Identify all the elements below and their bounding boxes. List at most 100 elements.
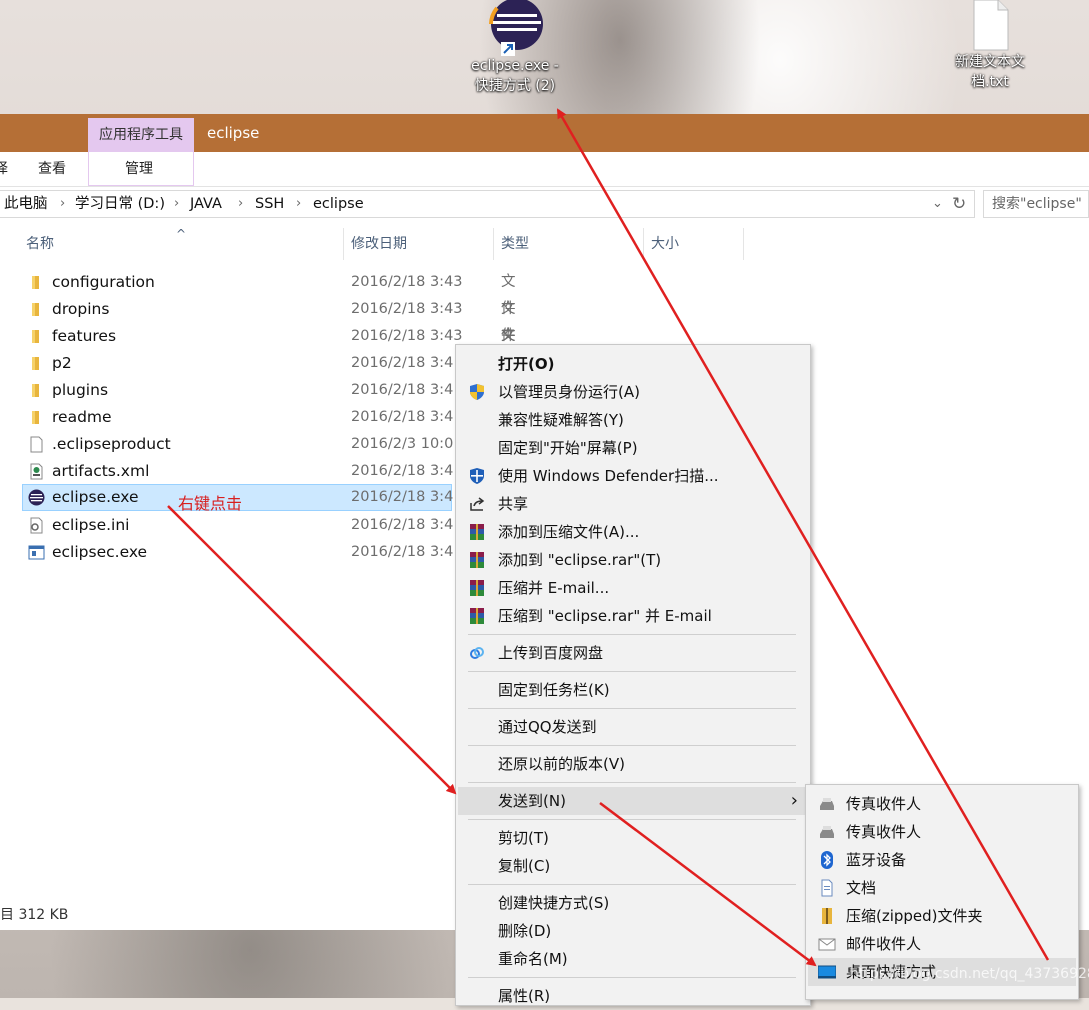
- winrar-icon: [470, 552, 484, 568]
- menu-item-delete[interactable]: 删除(D): [458, 917, 808, 945]
- eclipse-icon: [28, 489, 45, 506]
- desktop-shortcut-label-line2: 快捷方式 (2): [474, 78, 556, 94]
- menu-item-create-shortcut[interactable]: 创建快捷方式(S): [458, 889, 808, 917]
- winrar-icon: [470, 524, 484, 540]
- column-header-date[interactable]: 修改日期: [351, 228, 407, 260]
- file-row[interactable]: eclipse.ini 2016/2/18 3:4: [22, 512, 454, 539]
- folder-icon: [32, 276, 39, 289]
- tab-manage[interactable]: 管理: [125, 152, 153, 186]
- file-row[interactable]: artifacts.xml 2016/2/18 3:4: [22, 458, 453, 485]
- submenu-item-fax-2[interactable]: 传真收件人: [808, 818, 1076, 846]
- winrar-icon: [470, 608, 484, 624]
- file-date: 2016/2/18 3:4: [351, 355, 454, 371]
- fax-icon: [820, 798, 834, 810]
- menu-item-copy[interactable]: 复制(C): [458, 852, 808, 880]
- documents-icon: [821, 879, 833, 897]
- chevron-right-icon[interactable]: ›: [238, 191, 243, 217]
- column-header-size[interactable]: 大小: [651, 228, 679, 260]
- folder-icon: [32, 411, 39, 424]
- menu-item-pin-taskbar[interactable]: 固定到任务栏(K): [458, 676, 808, 704]
- share-icon: [470, 497, 485, 511]
- file-row[interactable]: eclipsec.exe 2016/2/18 3:4: [22, 539, 454, 566]
- refresh-icon[interactable]: ↻: [952, 191, 966, 217]
- file-row[interactable]: .eclipseproduct 2016/2/3 10:0: [22, 431, 453, 458]
- column-divider[interactable]: [643, 228, 644, 260]
- file-row[interactable]: p2 2016/2/18 3:4: [22, 350, 454, 377]
- uac-shield-icon: [470, 384, 484, 400]
- submenu-item-zip-folder[interactable]: 压缩(zipped)文件夹: [808, 902, 1076, 930]
- chevron-right-icon[interactable]: ›: [174, 191, 179, 217]
- file-date: 2016/2/18 3:4: [351, 544, 454, 560]
- menu-item-add-eclipse-rar[interactable]: 添加到 "eclipse.rar"(T): [458, 546, 808, 574]
- chevron-right-icon: ›: [790, 790, 798, 811]
- column-divider[interactable]: [493, 228, 494, 260]
- fax-icon: [820, 826, 834, 838]
- file-row[interactable]: configuration 2016/2/18 3:43 文件夹: [22, 269, 516, 344]
- column-header-name[interactable]: 名称: [26, 228, 54, 260]
- desktop-icon: [818, 965, 836, 979]
- submenu-item-mail-recipient[interactable]: 邮件收件人: [808, 930, 1076, 958]
- breadcrumb-drive[interactable]: 学习日常 (D:): [75, 191, 165, 217]
- menu-separator: [468, 884, 796, 885]
- bluetooth-icon: [821, 851, 833, 869]
- menu-item-compress-email[interactable]: 压缩并 E-mail...: [458, 574, 808, 602]
- menu-item-defender-scan[interactable]: 使用 Windows Defender扫描...: [458, 462, 808, 490]
- menu-item-open[interactable]: 打开(O): [458, 350, 808, 378]
- menu-item-baidu-upload[interactable]: 上传到百度网盘: [458, 639, 808, 667]
- menu-item-share[interactable]: 共享: [458, 490, 808, 518]
- tab-partial[interactable]: 译: [0, 152, 8, 186]
- chevron-right-icon[interactable]: ›: [296, 191, 301, 217]
- menu-item-run-as-admin[interactable]: 以管理员身份运行(A): [458, 378, 808, 406]
- desktop-shortcut-eclipse[interactable]: eclipse.exe - 快捷方式 (2): [465, 0, 565, 96]
- menu-item-cut[interactable]: 剪切(T): [458, 824, 808, 852]
- file-row[interactable]: dropins 2016/2/18 3:43 文件夹: [22, 296, 516, 371]
- menu-item-properties[interactable]: 属性(R): [458, 982, 808, 1010]
- menu-item-add-archive[interactable]: 添加到压缩文件(A)...: [458, 518, 808, 546]
- breadcrumb-eclipse[interactable]: eclipse: [313, 191, 364, 217]
- menu-item-compress-rar-email[interactable]: 压缩到 "eclipse.rar" 并 E-mail: [458, 602, 808, 630]
- file-row[interactable]: readme 2016/2/18 3:4: [22, 404, 453, 431]
- file-row[interactable]: features 2016/2/18 3:43 文件夹: [22, 323, 516, 398]
- breadcrumb-java[interactable]: JAVA: [190, 191, 222, 217]
- dropdown-chevron-icon[interactable]: ⌄: [932, 191, 943, 217]
- chevron-right-icon[interactable]: ›: [60, 191, 65, 217]
- menu-item-rename[interactable]: 重命名(M): [458, 945, 808, 973]
- file-name: features: [52, 327, 117, 345]
- menu-item-send-to[interactable]: 发送到(N) ›: [458, 787, 808, 815]
- context-menu: 打开(O) 以管理员身份运行(A) 兼容性疑难解答(Y) 固定到"开始"屏幕(P…: [455, 344, 811, 1006]
- tab-view[interactable]: 查看: [38, 152, 66, 186]
- menu-item-compat-troubleshoot[interactable]: 兼容性疑难解答(Y): [458, 406, 808, 434]
- menu-item-pin-start[interactable]: 固定到"开始"屏幕(P): [458, 434, 808, 462]
- menu-separator: [468, 708, 796, 709]
- submenu-item-bluetooth[interactable]: 蓝牙设备: [808, 846, 1076, 874]
- folder-icon: [32, 303, 39, 316]
- text-file-icon: [973, 0, 1009, 51]
- file-date: 2016/2/18 3:4: [351, 489, 454, 505]
- column-header-type[interactable]: 类型: [501, 228, 529, 260]
- file-name: readme: [52, 408, 112, 426]
- address-bar[interactable]: 此电脑 › 学习日常 (D:) › JAVA › SSH › eclipse ⌄…: [0, 190, 975, 218]
- menu-item-send-via-qq[interactable]: 通过QQ发送到: [458, 713, 808, 741]
- annotation-right-click: 右键点击: [178, 494, 243, 513]
- file-date: 2016/2/18 3:43: [351, 301, 463, 317]
- file-row[interactable]: plugins 2016/2/18 3:4: [22, 377, 453, 404]
- column-divider[interactable]: [743, 228, 744, 260]
- mail-icon: [818, 938, 836, 951]
- defender-icon: [470, 468, 484, 484]
- desktop-file-txt[interactable]: 新建文本文 档.txt: [940, 0, 1040, 92]
- exe-icon: [28, 545, 45, 560]
- file-date: 2016/2/18 3:43: [351, 274, 463, 290]
- desktop-file-label-line2: 档.txt: [971, 74, 1009, 90]
- menu-item-restore-versions[interactable]: 还原以前的版本(V): [458, 750, 808, 778]
- search-input[interactable]: 搜索"eclipse": [983, 190, 1089, 218]
- file-date: 2016/2/18 3:4: [351, 517, 454, 533]
- context-tab-app-tools[interactable]: 应用程序工具: [88, 118, 194, 152]
- submenu-item-documents[interactable]: 文档: [808, 874, 1076, 902]
- submenu-item-fax-1[interactable]: 传真收件人: [808, 790, 1076, 818]
- breadcrumb-this-pc[interactable]: 此电脑: [4, 191, 48, 217]
- column-divider[interactable]: [343, 228, 344, 260]
- breadcrumb-ssh[interactable]: SSH: [255, 191, 284, 217]
- window-title: eclipse: [207, 124, 260, 142]
- sort-up-icon: ^: [176, 227, 187, 241]
- file-name: eclipse.exe: [52, 488, 139, 506]
